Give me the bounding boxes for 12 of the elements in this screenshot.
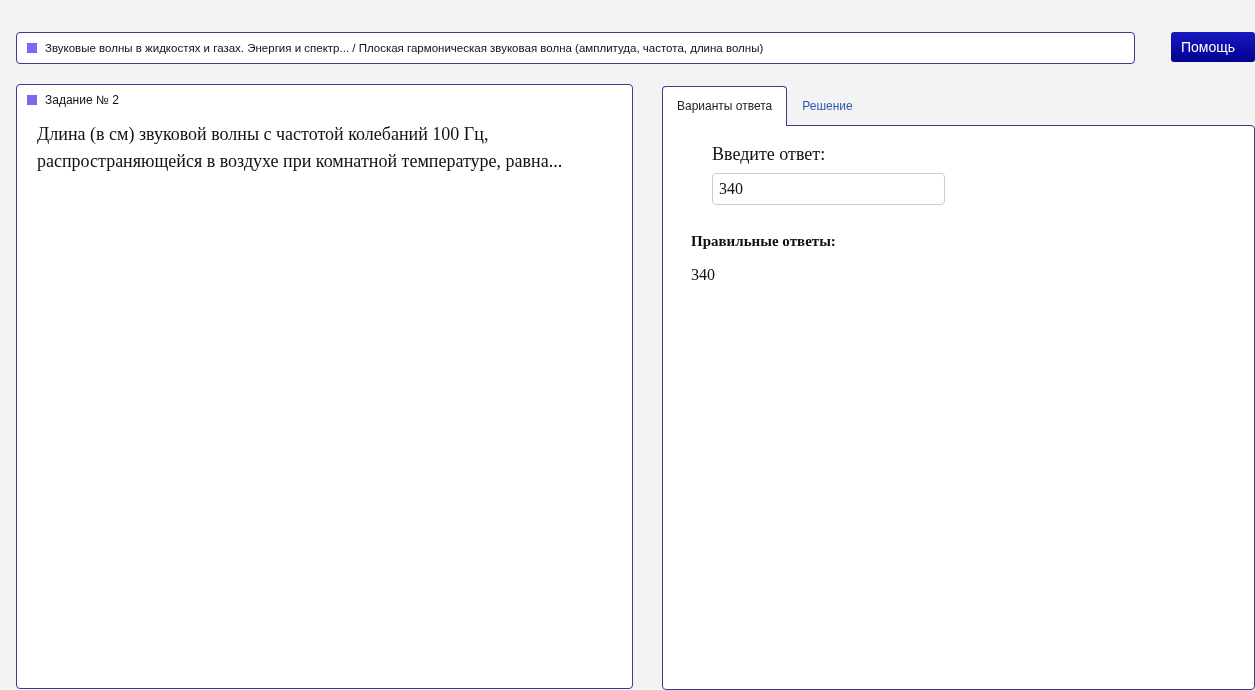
correct-answers-heading: Правильные ответы: xyxy=(691,233,837,250)
answer-label: Введите ответ: xyxy=(712,144,827,165)
correct-answer: 340 xyxy=(691,266,716,284)
help-button[interactable]: Помощь xyxy=(1171,32,1255,62)
square-icon xyxy=(27,43,37,53)
task-title: Задание № 2 xyxy=(45,93,119,107)
breadcrumb-text: Звуковые волны в жидкостях и газах. Энергия и спектр... / Плоская гармоническая звуковая волна (амплитуда, частота, длина волны) xyxy=(45,42,764,54)
tab[interactable]: Решение xyxy=(787,86,868,125)
answer-field[interactable]: 340 xyxy=(712,173,945,205)
tab[interactable]: Варианты ответа xyxy=(662,86,788,126)
question-text: Длина (в см) звуковой волны с частотой колебаний 100 Гц, распространяющейся в воздухе при комнатной температуре, равна... xyxy=(37,123,564,173)
square-icon xyxy=(27,95,37,105)
